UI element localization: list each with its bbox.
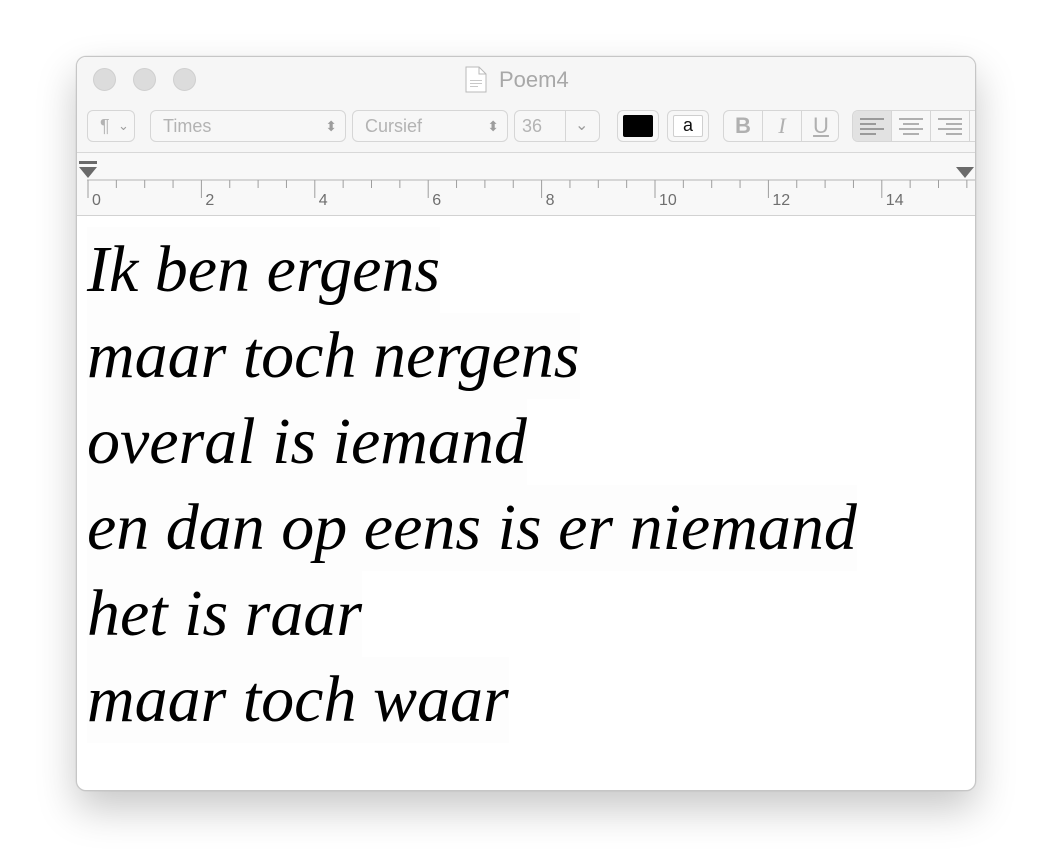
ruler-label: 6 <box>432 192 441 209</box>
divider <box>565 111 566 141</box>
up-down-chevron-icon: ⬍ <box>487 118 499 134</box>
background-color-swatch: a <box>673 115 703 137</box>
minimize-window-button[interactable] <box>133 68 156 91</box>
text-color-well[interactable] <box>617 110 659 142</box>
background-color-well[interactable]: a <box>667 110 709 142</box>
close-window-button[interactable] <box>93 68 116 91</box>
ruler-label: 4 <box>319 192 328 209</box>
text-color-swatch <box>623 115 653 137</box>
document-text-area[interactable]: Ik ben ergens maar toch nergens overal i… <box>87 227 857 743</box>
font-size-combobox[interactable]: 36 ⌄ <box>514 110 600 142</box>
italic-button[interactable]: I <box>763 111 801 141</box>
bold-button[interactable]: B <box>724 111 762 141</box>
align-right-button[interactable] <box>931 111 969 141</box>
text-style-group: B I U <box>723 110 839 142</box>
left-indent-marker[interactable] <box>79 161 97 178</box>
poem-line[interactable]: maar toch waar <box>87 657 509 743</box>
chevron-down-icon[interactable]: ⌄ <box>575 111 588 141</box>
poem-line[interactable]: overal is iemand <box>87 399 527 485</box>
right-margin-marker[interactable] <box>956 167 974 178</box>
ruler-label: 2 <box>205 192 214 209</box>
poem-line[interactable]: Ik ben ergens <box>87 227 441 313</box>
chevron-down-icon: ⌄ <box>118 118 129 133</box>
align-left-button[interactable] <box>853 111 891 141</box>
font-family-popup[interactable]: Times ⬍ <box>150 110 346 142</box>
align-center-button[interactable] <box>892 111 930 141</box>
ruler-scale: 0 2 4 6 8 10 12 14 <box>79 161 975 209</box>
poem-line[interactable]: het is raar <box>87 571 363 657</box>
ruler-label: 0 <box>92 192 101 209</box>
alignment-group <box>852 110 975 142</box>
typeface-popup[interactable]: Cursief ⬍ <box>352 110 508 142</box>
ruler[interactable]: 0 2 4 6 8 10 12 14 <box>77 153 975 216</box>
font-size-value[interactable]: 36 <box>522 111 542 141</box>
poem-line[interactable]: maar toch nergens <box>87 313 580 399</box>
ruler-label: 12 <box>772 192 790 209</box>
document-icon <box>465 66 487 93</box>
paragraph-styles-menu[interactable]: ¶ ⌄ <box>87 110 135 142</box>
divider <box>969 111 970 141</box>
font-family-value: Times <box>163 116 212 136</box>
typeface-value: Cursief <box>365 116 423 136</box>
up-down-chevron-icon: ⬍ <box>325 118 337 134</box>
textedit-window: Poem4 ¶ ⌄ Times ⬍ Cursief ⬍ 36 ⌄ a B I U… <box>76 56 976 791</box>
ruler-label: 8 <box>546 192 555 209</box>
align-left-icon <box>860 118 884 135</box>
ruler-label: 10 <box>659 192 677 209</box>
paragraph-icon: ¶ <box>100 116 110 136</box>
title-bar: Poem4 ¶ ⌄ Times ⬍ Cursief ⬍ 36 ⌄ a B I U <box>77 57 975 153</box>
align-right-icon <box>938 118 962 135</box>
ruler-label: 14 <box>886 192 904 209</box>
window-title: Poem4 <box>499 67 569 92</box>
poem-line[interactable]: en dan op eens is er niemand <box>87 485 857 571</box>
align-center-icon <box>899 118 923 135</box>
zoom-window-button[interactable] <box>173 68 196 91</box>
underline-button[interactable]: U <box>802 111 840 141</box>
